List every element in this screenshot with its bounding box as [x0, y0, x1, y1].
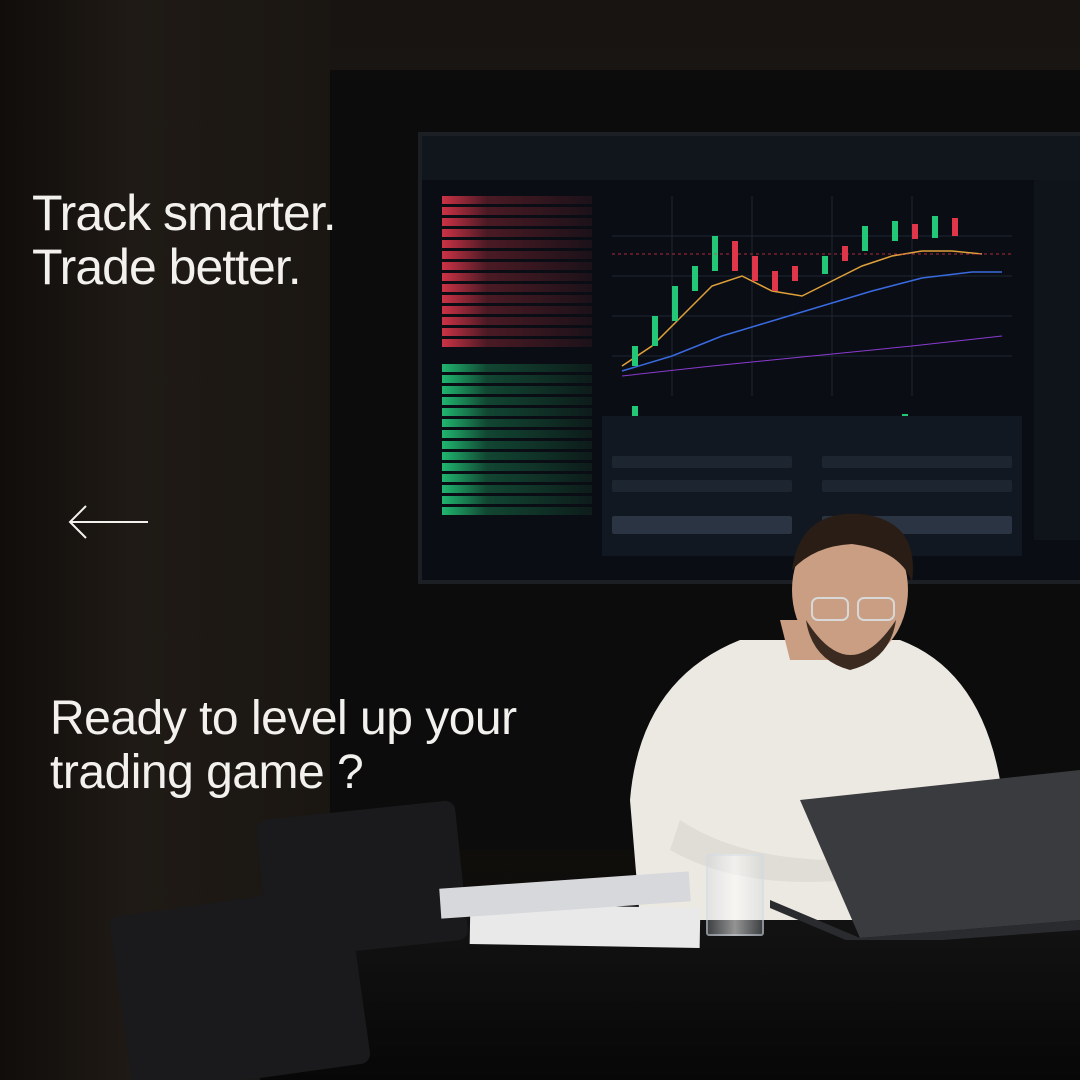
monitor-header — [422, 136, 1080, 180]
monitor-pair-list — [1034, 180, 1080, 540]
headline: Track smarter. Trade better. — [32, 185, 337, 295]
monitor-orderbook — [442, 196, 592, 556]
cta-line-2: trading game ? — [50, 746, 364, 799]
chair-front — [108, 884, 372, 1080]
photo-stage: Track smarter. Trade better. Ready to le… — [0, 0, 1080, 1080]
headline-line-1: Track smarter. — [32, 185, 337, 241]
cta-line-1: Ready to level up your — [50, 692, 517, 745]
left-arrow-icon[interactable] — [66, 502, 150, 542]
water-glass — [706, 854, 764, 936]
headline-line-2: Trade better. — [32, 239, 302, 295]
laptop — [770, 770, 1080, 940]
cta-text: Ready to level up your trading game ? — [50, 692, 517, 800]
